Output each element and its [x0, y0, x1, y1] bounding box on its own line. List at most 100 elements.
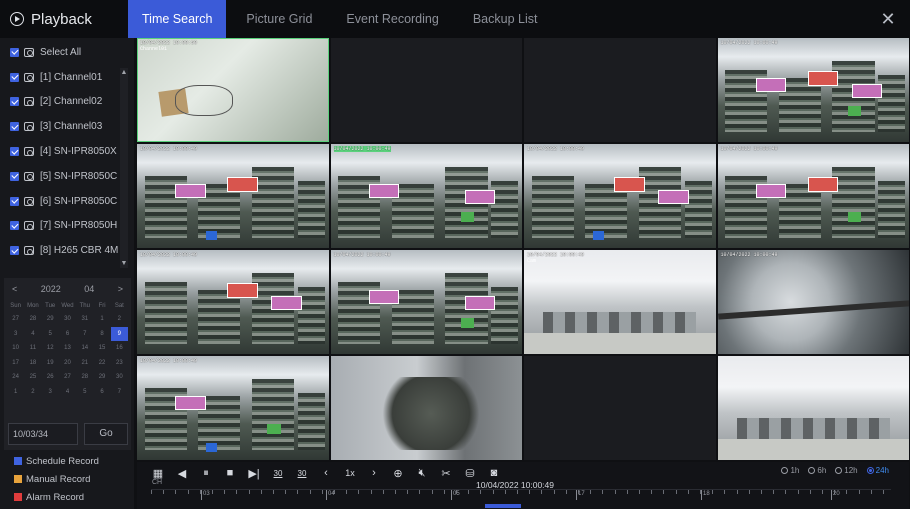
calendar-day[interactable]: 12 [42, 341, 59, 356]
calendar-day[interactable]: 16 [111, 341, 128, 356]
channel-row-4[interactable]: [4] SN-IPR8050X [4, 139, 131, 164]
calendar-day[interactable]: 6 [93, 385, 110, 400]
calendar-day[interactable]: 9 [110, 326, 128, 341]
snapshot-icon[interactable]: ◙ [487, 466, 501, 480]
checkbox[interactable] [10, 97, 19, 107]
video-cell-6[interactable]: 10/04/2022 10:00:49 [330, 144, 522, 248]
calendar-day[interactable]: 28 [24, 312, 41, 327]
calendar-day[interactable]: 13 [59, 341, 76, 356]
timeline-position-bar[interactable] [485, 504, 521, 508]
calendar-day[interactable]: 1 [93, 312, 110, 327]
calendar-day[interactable]: 15 [93, 341, 110, 356]
calendar-day[interactable]: 3 [42, 385, 59, 400]
calendar-day[interactable]: 27 [59, 370, 76, 385]
calendar-day[interactable]: 4 [59, 385, 76, 400]
checkbox[interactable] [10, 221, 19, 231]
calendar-day[interactable]: 21 [76, 356, 93, 371]
calendar-day[interactable]: 5 [76, 385, 93, 400]
tab-backup-list[interactable]: Backup List [459, 0, 552, 38]
clip-icon[interactable]: ✂ [439, 466, 453, 480]
channel-scrollbar[interactable]: ▲ ▼ [120, 68, 128, 268]
calendar-day[interactable]: 6 [59, 327, 76, 342]
calendar-day[interactable]: 14 [76, 341, 93, 356]
next-month-button[interactable]: > [118, 284, 123, 294]
calendar-day[interactable]: 28 [76, 370, 93, 385]
video-cell-7[interactable]: 10/04/2022 10:00:49 [524, 144, 716, 248]
zoom-icon[interactable]: ⊕ [391, 466, 405, 480]
video-cell-14[interactable] [330, 356, 522, 460]
calendar-day[interactable]: 18 [24, 356, 41, 371]
video-cell-10[interactable]: 10/04/2022 10:00:49 [330, 250, 522, 354]
video-cell-11[interactable]: 10/04/2022 10:00:49 Cam [524, 250, 716, 354]
calendar-day[interactable]: 4 [24, 327, 41, 342]
prev-year-button[interactable]: < [12, 284, 17, 294]
calendar-day[interactable]: 23 [111, 356, 128, 371]
slower-icon[interactable]: ‹ [319, 466, 333, 480]
scroll-down-icon[interactable]: ▼ [120, 259, 128, 268]
channel-row-2[interactable]: [2] Channel02 [4, 90, 131, 115]
calendar-day[interactable]: 29 [93, 370, 110, 385]
calendar-day[interactable]: 31 [76, 312, 93, 327]
checkbox[interactable] [10, 47, 19, 57]
calendar-day[interactable]: 2 [24, 385, 41, 400]
video-cell-4[interactable]: 10/04/2022 10:00:49 [717, 38, 909, 142]
channel-row-1[interactable]: [1] Channel01 [4, 65, 131, 90]
range-6h[interactable]: 6h [808, 466, 826, 475]
video-cell-5[interactable]: 10/04/2022 10:00:49 [137, 144, 329, 248]
select-all-row[interactable]: Select All [4, 40, 131, 65]
video-cell-13[interactable]: 10/04/2022 10:00:49 [137, 356, 329, 460]
video-cell-15[interactable] [524, 356, 716, 460]
video-cell-2[interactable] [330, 38, 522, 142]
channel-row-7[interactable]: [7] SN-IPR8050H [4, 214, 131, 239]
next-frame-icon[interactable]: ▶| [247, 466, 261, 480]
calendar-day[interactable]: 11 [24, 341, 41, 356]
video-cell-1[interactable]: 10/04/2022 10:00:50 Channel01 [137, 38, 329, 142]
video-cell-8[interactable]: 10/04/2022 10:00:49 [717, 144, 909, 248]
range-1h[interactable]: 1h [781, 466, 799, 475]
date-input[interactable]: 10/03/34 [8, 423, 78, 445]
faster-icon[interactable]: › [367, 466, 381, 480]
video-cell-9[interactable]: 10/04/2022 10:00:49 [137, 250, 329, 354]
video-cell-16[interactable] [717, 356, 909, 460]
calendar-day[interactable]: 19 [42, 356, 59, 371]
calendar-day[interactable]: 17 [7, 356, 24, 371]
range-12h[interactable]: 12h [835, 466, 858, 475]
calendar-day[interactable]: 22 [93, 356, 110, 371]
calendar-day[interactable]: 29 [42, 312, 59, 327]
channel-row-5[interactable]: [5] SN-IPR8050C [4, 164, 131, 189]
calendar-day[interactable]: 5 [42, 327, 59, 342]
layout-grid-icon[interactable]: ▦ [151, 466, 165, 480]
checkbox[interactable] [10, 196, 19, 206]
channel-row-6[interactable]: [6] SN-IPR8050C [4, 189, 131, 214]
checkbox[interactable] [10, 246, 19, 256]
range-24h[interactable]: 24h [866, 466, 889, 475]
backup-icon[interactable]: ⛁ [463, 466, 477, 480]
checkbox[interactable] [10, 122, 19, 132]
skip-back-30-button[interactable]: 30 [271, 466, 285, 480]
calendar-day[interactable]: 10 [7, 341, 24, 356]
calendar-day[interactable]: 20 [59, 356, 76, 371]
skip-forward-30-button[interactable]: 30 [295, 466, 309, 480]
tab-event-recording[interactable]: Event Recording [332, 0, 452, 38]
calendar-day[interactable]: 30 [111, 370, 128, 385]
stop-icon[interactable]: ■ [223, 466, 237, 480]
calendar-day[interactable]: 24 [7, 370, 24, 385]
scroll-up-icon[interactable]: ▲ [120, 68, 128, 77]
video-cell-3[interactable] [524, 38, 716, 142]
calendar-day[interactable]: 26 [42, 370, 59, 385]
calendar-day[interactable]: 7 [111, 385, 128, 400]
checkbox[interactable] [10, 72, 19, 82]
channel-row-3[interactable]: [3] Channel03 [4, 114, 131, 139]
video-cell-12[interactable]: 10/04/2022 10:00:49 [717, 250, 909, 354]
calendar-day[interactable]: 1 [7, 385, 24, 400]
tab-picture-grid[interactable]: Picture Grid [232, 0, 326, 38]
channel-row-8[interactable]: [8] H265 CBR 4M [4, 238, 131, 263]
calendar-day[interactable]: 27 [7, 312, 24, 327]
timeline[interactable]: 03 04 05 17 18 20 [151, 489, 891, 509]
calendar-day[interactable]: 30 [59, 312, 76, 327]
close-icon[interactable]: ✕ [878, 9, 898, 29]
calendar-day[interactable]: 8 [93, 327, 110, 342]
mute-icon[interactable]: 🔇︎ [415, 466, 429, 480]
tab-time-search[interactable]: Time Search [128, 0, 227, 38]
pause-icon[interactable]: ⏸ [199, 466, 213, 480]
